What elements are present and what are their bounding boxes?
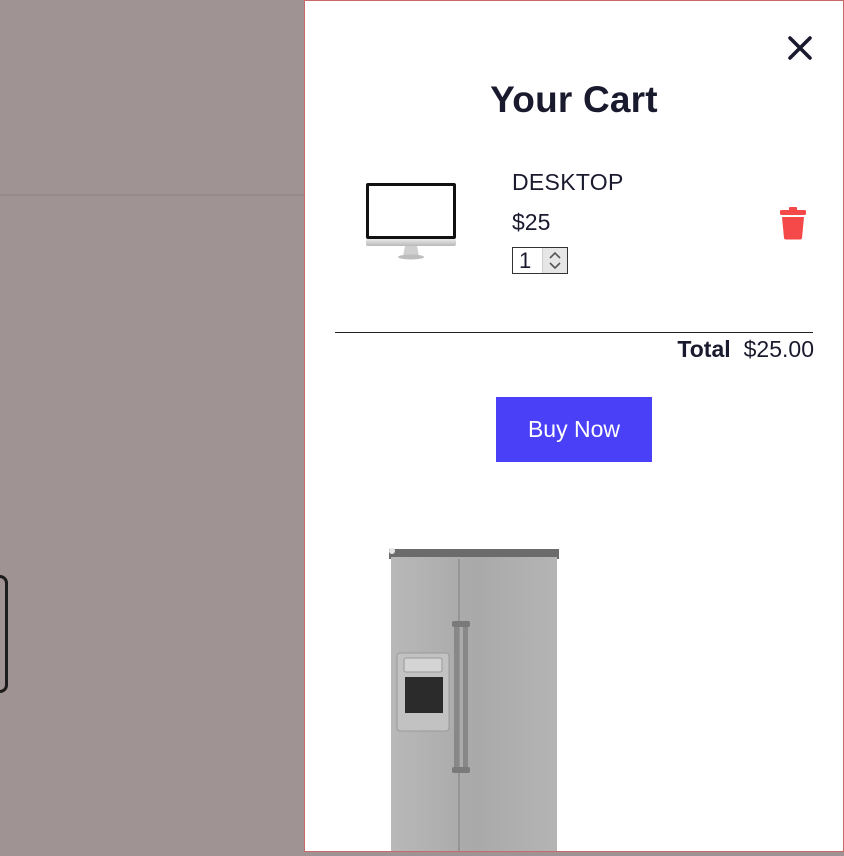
close-icon	[788, 36, 812, 60]
close-cart-button[interactable]	[785, 33, 815, 63]
cart-title: Your Cart	[490, 79, 658, 120]
total-label: Total	[677, 336, 731, 362]
remove-item-button[interactable]	[779, 206, 807, 240]
desktop-monitor-icon	[363, 181, 459, 263]
refrigerator-image[interactable]	[389, 545, 561, 851]
chevron-down-icon	[549, 262, 561, 270]
item-name: DESKTOP	[512, 169, 624, 195]
item-price: $25	[512, 209, 551, 235]
cart-item: DESKTOP $25 1	[335, 161, 813, 281]
backdrop-product-card-edge	[0, 575, 8, 693]
total-value: $25.00	[743, 336, 814, 362]
cart-divider	[335, 332, 813, 333]
chevron-up-icon	[549, 251, 561, 259]
buy-now-button[interactable]: Buy Now	[496, 397, 652, 462]
cart-drawer: Your Cart DESKTOP $25 1 Total $25.00 Buy…	[304, 0, 844, 852]
cart-total: Total $25.00	[677, 336, 814, 363]
quantity-spin-buttons[interactable]	[542, 248, 567, 273]
backdrop-divider	[0, 194, 305, 196]
trash-icon	[780, 207, 806, 240]
quantity-stepper[interactable]: 1	[512, 247, 568, 274]
